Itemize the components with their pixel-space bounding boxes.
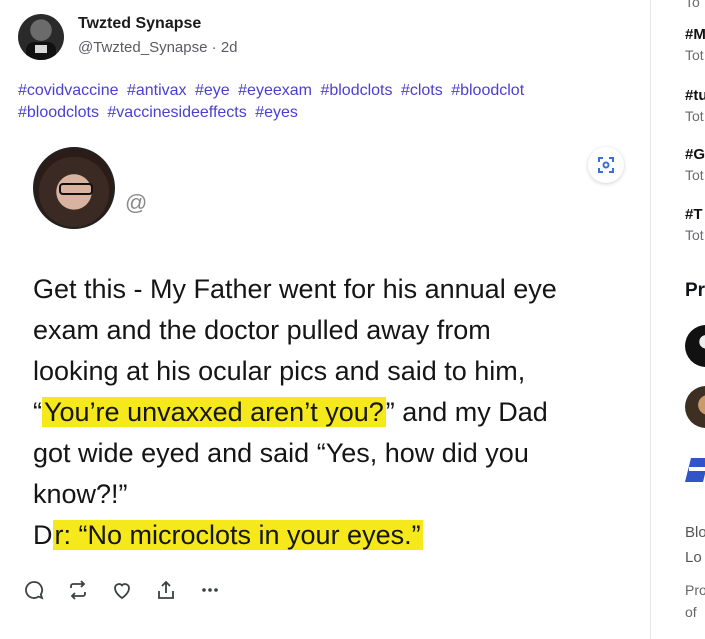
quote-line: Get this - My Father went for his annual… <box>33 274 557 304</box>
share-button[interactable] <box>154 578 178 602</box>
author-handle[interactable]: @Twzted_Synapse <box>78 39 207 56</box>
trend-item[interactable]: To <box>685 0 700 10</box>
hashtag-link[interactable]: #antivax <box>127 82 187 99</box>
sidebar-footer-text: of <box>685 604 697 620</box>
highlighted-text: r: “No microclots in your eyes.” <box>52 520 423 550</box>
expand-image-button[interactable] <box>588 147 624 183</box>
hashtag-link[interactable]: #vaccinesideeffects <box>107 104 246 121</box>
author-meta: @Twzted_Synapse · 2d <box>78 39 238 56</box>
like-icon <box>114 583 130 600</box>
like-button[interactable] <box>110 578 134 602</box>
suggested-avatar[interactable] <box>685 325 705 367</box>
trend-item[interactable]: #M Tot <box>685 26 705 63</box>
trend-count: Tot <box>685 108 704 124</box>
embed-handle: @ <box>125 190 148 215</box>
more-icon <box>202 588 218 592</box>
reply-icon <box>25 581 44 600</box>
repost-icon <box>70 580 86 600</box>
logo-mark <box>685 458 705 482</box>
quote-line: Dr: “No microclots in your eyes.” <box>33 520 423 550</box>
meta-separator: · <box>211 39 217 56</box>
quote-line: looking at his ocular pics and said to h… <box>33 356 526 386</box>
hashtag-link[interactable]: #bloodclot <box>451 82 524 99</box>
embed-avatar-glasses <box>59 183 93 195</box>
trend-count: Tot <box>685 47 704 63</box>
avatar-shirt-print <box>35 45 47 53</box>
right-sidebar: To #M Tot #tu Tot #G Tot #T Tot Pr Blo L… <box>651 0 705 639</box>
trend-count: To <box>685 0 700 10</box>
author-name[interactable]: Twzted Synapse <box>78 15 201 33</box>
suggested-avatar[interactable] <box>685 386 705 428</box>
trend-tag: #G <box>685 146 705 163</box>
hashtag-link[interactable]: #eyeexam <box>238 82 312 99</box>
quote-text: Get this - My Father went for his annual… <box>33 269 633 556</box>
post: Twzted Synapse @Twzted_Synapse · 2d #cov… <box>0 0 650 639</box>
expand-icon <box>598 157 614 173</box>
quote-line: exam and the doctor pulled away from <box>33 315 491 345</box>
reply-button[interactable] <box>22 578 46 602</box>
repost-button[interactable] <box>66 578 90 602</box>
hashtag-link[interactable]: #clots <box>401 82 443 99</box>
hashtag-link[interactable]: #blodclots <box>320 82 392 99</box>
quote-line: know?!” <box>33 479 128 509</box>
app-logo[interactable] <box>685 455 705 493</box>
more-button[interactable] <box>198 578 222 602</box>
post-time[interactable]: 2d <box>221 39 238 56</box>
trend-count: Tot <box>685 227 704 243</box>
trend-tag: #M <box>685 26 705 43</box>
post-actions <box>22 578 222 602</box>
trend-item[interactable]: #tu Tot <box>685 87 705 124</box>
hashtag-link[interactable]: #eye <box>195 82 230 99</box>
embedded-image[interactable]: @ Get this - My Father went for his annu… <box>18 135 640 570</box>
trend-item[interactable]: #G Tot <box>685 146 705 183</box>
hashtag-list: #covidvaccine #antivax #eye #eyeexam #bl… <box>18 80 618 124</box>
embed-avatar <box>33 147 115 229</box>
author-avatar[interactable] <box>18 14 64 60</box>
hashtag-link[interactable]: #covidvaccine <box>18 82 119 99</box>
sidebar-section-heading: Pr <box>685 280 705 301</box>
hashtag-link[interactable]: #eyes <box>255 104 298 121</box>
quote-line: got wide eyed and said “Yes, how did you <box>33 438 529 468</box>
trend-tag: #tu <box>685 87 705 104</box>
trend-tag: #T <box>685 206 703 223</box>
highlighted-text: You’re unvaxxed aren’t you? <box>42 397 386 427</box>
sidebar-text: Lo <box>685 549 702 566</box>
trend-item[interactable]: #T Tot <box>685 206 704 243</box>
trend-count: Tot <box>685 167 704 183</box>
share-icon <box>158 580 174 599</box>
quote-line: “You’re unvaxxed aren’t you?” and my Dad <box>33 397 548 427</box>
hashtag-link[interactable]: #bloodclots <box>18 104 99 121</box>
sidebar-footer-text: Pro <box>685 582 705 598</box>
sidebar-text: Blo <box>685 524 705 541</box>
